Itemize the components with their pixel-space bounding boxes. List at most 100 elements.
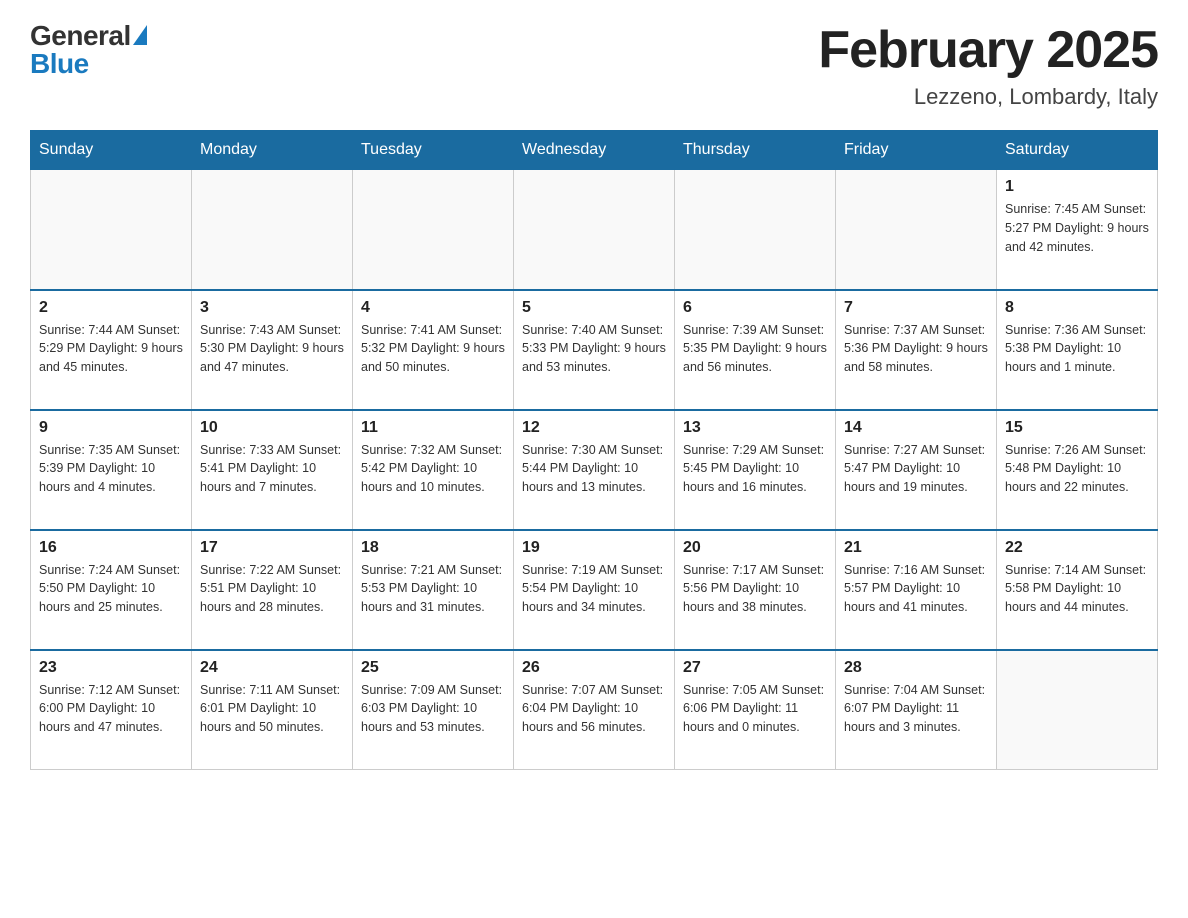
day-info: Sunrise: 7:27 AM Sunset: 5:47 PM Dayligh…: [844, 441, 988, 497]
day-number: 25: [361, 659, 505, 677]
day-info: Sunrise: 7:24 AM Sunset: 5:50 PM Dayligh…: [39, 561, 183, 617]
weekday-header-friday: Friday: [836, 131, 997, 170]
calendar-cell-w5-d6: 28 Sunrise: 7:04 AM Sunset: 6:07 PM Dayli…: [836, 650, 997, 770]
day-number: 5: [522, 299, 666, 317]
calendar-cell-w2-d5: 6 Sunrise: 7:39 AM Sunset: 5:35 PM Daylig…: [675, 290, 836, 410]
logo-triangle-icon: [133, 25, 147, 45]
day-info: Sunrise: 7:21 AM Sunset: 5:53 PM Dayligh…: [361, 561, 505, 617]
calendar-cell-w4-d5: 20 Sunrise: 7:17 AM Sunset: 5:56 PM Dayli…: [675, 530, 836, 650]
day-info: Sunrise: 7:16 AM Sunset: 5:57 PM Dayligh…: [844, 561, 988, 617]
calendar-cell-w2-d3: 4Sunrise: 7:41 AM Sunset: 5:32 PM Daylig…: [353, 290, 514, 410]
calendar-subtitle: Lezzeno, Lombardy, Italy: [818, 84, 1158, 110]
calendar-cell-w1-d6: [836, 170, 997, 290]
day-number: 27: [683, 659, 827, 677]
calendar-cell-w1-d3: [353, 170, 514, 290]
calendar-title: February 2025: [818, 20, 1158, 80]
day-info: Sunrise: 7:33 AM Sunset: 5:41 PM Dayligh…: [200, 441, 344, 497]
calendar-cell-w1-d5: [675, 170, 836, 290]
logo: General Blue: [30, 20, 147, 80]
day-info: Sunrise: 7:19 AM Sunset: 5:54 PM Dayligh…: [522, 561, 666, 617]
calendar-cell-w2-d1: 2Sunrise: 7:44 AM Sunset: 5:29 PM Daylig…: [31, 290, 192, 410]
weekday-header-row: SundayMondayTuesdayWednesdayThursdayFrid…: [31, 131, 1158, 170]
day-number: 28: [844, 659, 988, 677]
weekday-header-thursday: Thursday: [675, 131, 836, 170]
calendar-week-2: 2Sunrise: 7:44 AM Sunset: 5:29 PM Daylig…: [31, 290, 1158, 410]
day-info: Sunrise: 7:37 AM Sunset: 5:36 PM Dayligh…: [844, 321, 988, 377]
weekday-header-wednesday: Wednesday: [514, 131, 675, 170]
calendar-cell-w4-d1: 16 Sunrise: 7:24 AM Sunset: 5:50 PM Dayli…: [31, 530, 192, 650]
day-number: 6: [683, 299, 827, 317]
day-info: Sunrise: 7:29 AM Sunset: 5:45 PM Dayligh…: [683, 441, 827, 497]
calendar-cell-w3-d7: 15 Sunrise: 7:26 AM Sunset: 5:48 PM Dayli…: [997, 410, 1158, 530]
day-info: Sunrise: 7:45 AM Sunset: 5:27 PM Dayligh…: [1005, 200, 1149, 256]
calendar-cell-w5-d4: 26 Sunrise: 7:07 AM Sunset: 6:04 PM Dayli…: [514, 650, 675, 770]
calendar-cell-w3-d1: 9Sunrise: 7:35 AM Sunset: 5:39 PM Daylig…: [31, 410, 192, 530]
day-info: Sunrise: 7:11 AM Sunset: 6:01 PM Dayligh…: [200, 681, 344, 737]
weekday-header-sunday: Sunday: [31, 131, 192, 170]
day-number: 22: [1005, 539, 1149, 557]
calendar-cell-w2-d7: 8 Sunrise: 7:36 AM Sunset: 5:38 PM Daylig…: [997, 290, 1158, 410]
weekday-header-tuesday: Tuesday: [353, 131, 514, 170]
day-number: 23: [39, 659, 183, 677]
calendar-cell-w1-d1: [31, 170, 192, 290]
title-section: February 2025 Lezzeno, Lombardy, Italy: [818, 20, 1158, 110]
calendar-cell-w3-d6: 14 Sunrise: 7:27 AM Sunset: 5:47 PM Dayli…: [836, 410, 997, 530]
day-number: 8: [1005, 299, 1149, 317]
day-info: Sunrise: 7:32 AM Sunset: 5:42 PM Dayligh…: [361, 441, 505, 497]
calendar-cell-w4-d3: 18 Sunrise: 7:21 AM Sunset: 5:53 PM Dayli…: [353, 530, 514, 650]
day-info: Sunrise: 7:39 AM Sunset: 5:35 PM Dayligh…: [683, 321, 827, 377]
logo-blue-text: Blue: [30, 48, 89, 80]
day-info: Sunrise: 7:09 AM Sunset: 6:03 PM Dayligh…: [361, 681, 505, 737]
day-info: Sunrise: 7:40 AM Sunset: 5:33 PM Dayligh…: [522, 321, 666, 377]
day-info: Sunrise: 7:44 AM Sunset: 5:29 PM Dayligh…: [39, 321, 183, 377]
calendar-cell-w5-d7: [997, 650, 1158, 770]
day-info: Sunrise: 7:07 AM Sunset: 6:04 PM Dayligh…: [522, 681, 666, 737]
day-number: 21: [844, 539, 988, 557]
calendar-week-1: 1 Sunrise: 7:45 AM Sunset: 5:27 PM Daylig…: [31, 170, 1158, 290]
calendar-table: SundayMondayTuesdayWednesdayThursdayFrid…: [30, 130, 1158, 770]
calendar-cell-w3-d4: 12Sunrise: 7:30 AM Sunset: 5:44 PM Dayli…: [514, 410, 675, 530]
day-number: 1: [1005, 178, 1149, 196]
day-number: 7: [844, 299, 988, 317]
day-info: Sunrise: 7:14 AM Sunset: 5:58 PM Dayligh…: [1005, 561, 1149, 617]
calendar-cell-w5-d2: 24Sunrise: 7:11 AM Sunset: 6:01 PM Dayli…: [192, 650, 353, 770]
day-info: Sunrise: 7:04 AM Sunset: 6:07 PM Dayligh…: [844, 681, 988, 737]
calendar-cell-w4-d6: 21 Sunrise: 7:16 AM Sunset: 5:57 PM Dayli…: [836, 530, 997, 650]
page-header: General Blue February 2025 Lezzeno, Lomb…: [30, 20, 1158, 110]
calendar-cell-w2-d6: 7 Sunrise: 7:37 AM Sunset: 5:36 PM Daylig…: [836, 290, 997, 410]
day-info: Sunrise: 7:26 AM Sunset: 5:48 PM Dayligh…: [1005, 441, 1149, 497]
calendar-cell-w2-d2: 3Sunrise: 7:43 AM Sunset: 5:30 PM Daylig…: [192, 290, 353, 410]
day-number: 26: [522, 659, 666, 677]
calendar-week-5: 23 Sunrise: 7:12 AM Sunset: 6:00 PM Dayli…: [31, 650, 1158, 770]
weekday-header-monday: Monday: [192, 131, 353, 170]
calendar-cell-w5-d1: 23 Sunrise: 7:12 AM Sunset: 6:00 PM Dayli…: [31, 650, 192, 770]
day-info: Sunrise: 7:05 AM Sunset: 6:06 PM Dayligh…: [683, 681, 827, 737]
calendar-cell-w5-d5: 27 Sunrise: 7:05 AM Sunset: 6:06 PM Dayli…: [675, 650, 836, 770]
calendar-cell-w3-d5: 13 Sunrise: 7:29 AM Sunset: 5:45 PM Dayli…: [675, 410, 836, 530]
calendar-cell-w4-d7: 22 Sunrise: 7:14 AM Sunset: 5:58 PM Dayli…: [997, 530, 1158, 650]
day-number: 18: [361, 539, 505, 557]
calendar-cell-w4-d2: 17Sunrise: 7:22 AM Sunset: 5:51 PM Dayli…: [192, 530, 353, 650]
day-number: 10: [200, 419, 344, 437]
day-info: Sunrise: 7:17 AM Sunset: 5:56 PM Dayligh…: [683, 561, 827, 617]
calendar-cell-w5-d3: 25 Sunrise: 7:09 AM Sunset: 6:03 PM Dayli…: [353, 650, 514, 770]
day-number: 16: [39, 539, 183, 557]
day-info: Sunrise: 7:36 AM Sunset: 5:38 PM Dayligh…: [1005, 321, 1149, 377]
day-number: 15: [1005, 419, 1149, 437]
day-number: 17: [200, 539, 344, 557]
calendar-cell-w3-d3: 11 Sunrise: 7:32 AM Sunset: 5:42 PM Dayli…: [353, 410, 514, 530]
calendar-cell-w1-d7: 1 Sunrise: 7:45 AM Sunset: 5:27 PM Daylig…: [997, 170, 1158, 290]
day-number: 13: [683, 419, 827, 437]
calendar-week-4: 16 Sunrise: 7:24 AM Sunset: 5:50 PM Dayli…: [31, 530, 1158, 650]
day-info: Sunrise: 7:30 AM Sunset: 5:44 PM Dayligh…: [522, 441, 666, 497]
calendar-cell-w1-d2: [192, 170, 353, 290]
day-number: 20: [683, 539, 827, 557]
day-info: Sunrise: 7:12 AM Sunset: 6:00 PM Dayligh…: [39, 681, 183, 737]
day-number: 19: [522, 539, 666, 557]
day-number: 11: [361, 419, 505, 437]
day-number: 14: [844, 419, 988, 437]
day-info: Sunrise: 7:35 AM Sunset: 5:39 PM Dayligh…: [39, 441, 183, 497]
calendar-cell-w3-d2: 10 Sunrise: 7:33 AM Sunset: 5:41 PM Dayli…: [192, 410, 353, 530]
day-number: 3: [200, 299, 344, 317]
calendar-cell-w4-d4: 19 Sunrise: 7:19 AM Sunset: 5:54 PM Dayli…: [514, 530, 675, 650]
